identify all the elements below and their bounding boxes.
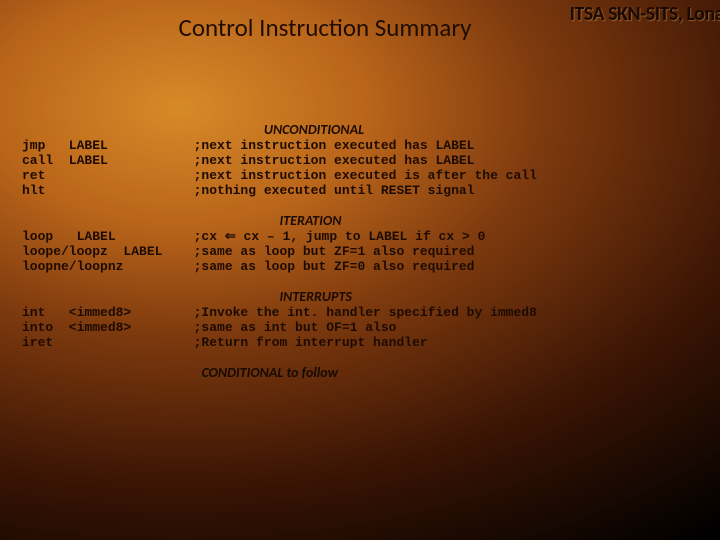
pad — [22, 214, 279, 229]
code-line: int <immed8> ;Invoke the int. handler sp… — [22, 305, 537, 320]
code-line: loopne/loopnz ;same as loop but ZF=0 als… — [22, 259, 474, 274]
code-line: into <immed8> ;same as int but OF=1 also — [22, 320, 396, 335]
pad — [22, 366, 201, 381]
page-title: Control Instruction Summary — [0, 12, 720, 43]
code-line: hlt ;nothing executed until RESET signal — [22, 183, 474, 198]
pad — [22, 290, 279, 305]
slide: ITSA SKN-SITS, Lona Control Instruction … — [0, 0, 720, 540]
code-line: ret ;next instruction executed is after … — [22, 168, 537, 183]
section-header-iteration: ITERATION — [279, 212, 341, 229]
pad — [22, 123, 264, 138]
footer-note: CONDITIONAL to follow — [201, 364, 338, 381]
code-line: call LABEL ;next instruction executed ha… — [22, 153, 474, 168]
section-header-unconditional: UNCONDITIONAL — [264, 121, 364, 138]
code-line: loop LABEL ;cx ⇐ cx – 1, jump to LABEL i… — [22, 229, 485, 244]
code-content: UNCONDITIONAL jmp LABEL ;next instructio… — [22, 122, 702, 381]
code-line: jmp LABEL ;next instruction executed has… — [22, 138, 474, 153]
section-header-interrupts: INTERRUPTS — [279, 288, 351, 305]
code-line: iret ;Return from interrupt handler — [22, 335, 428, 350]
code-line: loope/loopz LABEL ;same as loop but ZF=1… — [22, 244, 474, 259]
